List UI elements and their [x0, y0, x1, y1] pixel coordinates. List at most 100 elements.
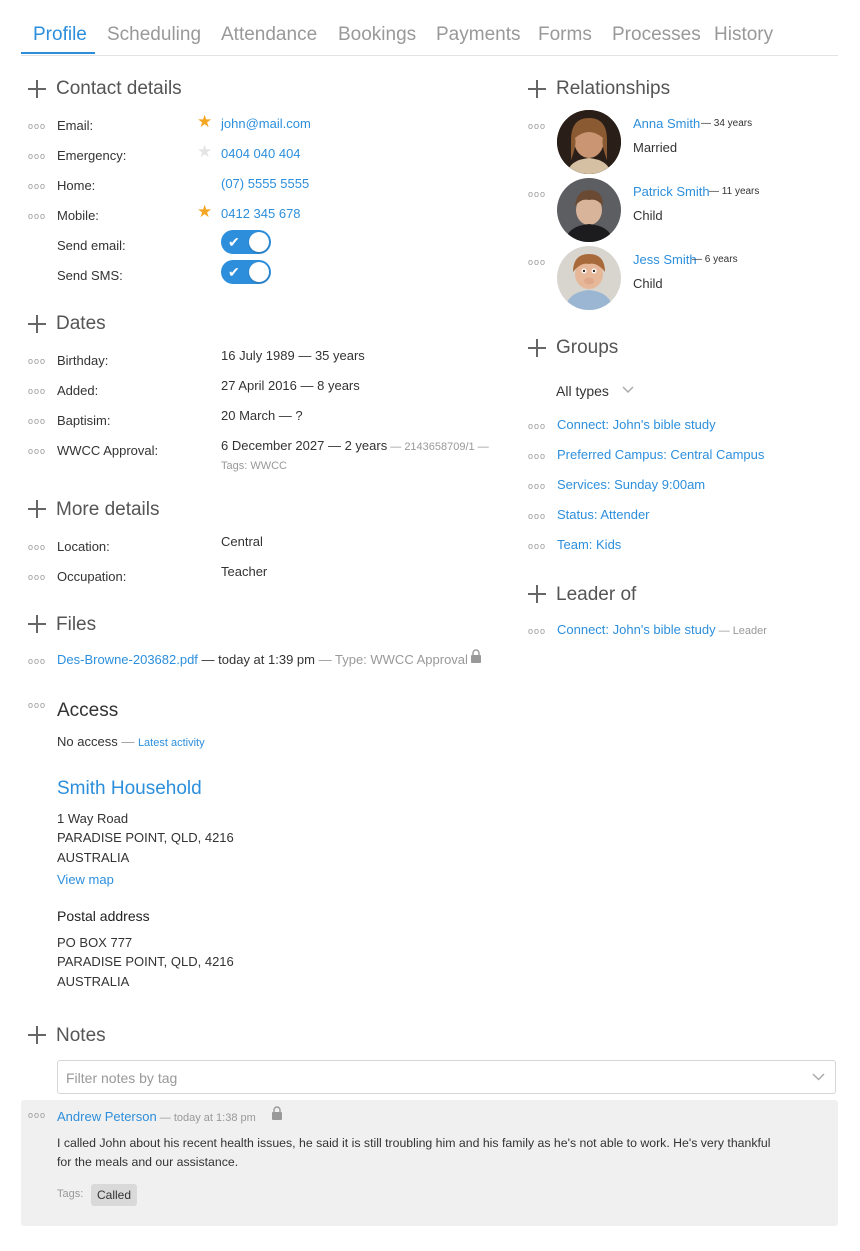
relationship-age-jess: — 6 years	[692, 254, 738, 265]
wwcc-value: 6 December 2027 — 2 years — 2143658709/1…	[221, 438, 489, 453]
wwcc-menu-icon[interactable]: ooo	[28, 447, 46, 456]
added-menu-icon[interactable]: ooo	[28, 387, 46, 396]
file-menu-icon[interactable]: ooo	[28, 657, 46, 666]
group-link[interactable]: Team: Kids	[557, 537, 621, 552]
avatar-jess[interactable]	[557, 246, 621, 310]
relationship-menu-icon[interactable]: ooo	[528, 190, 546, 199]
add-leader-icon[interactable]	[528, 585, 546, 603]
tab-forms[interactable]: Forms	[538, 24, 592, 46]
chevron-down-icon[interactable]	[622, 386, 634, 394]
note-menu-icon[interactable]: ooo	[28, 1111, 46, 1120]
relationship-age-patrick: — 11 years	[709, 186, 760, 197]
mobile-phone-link[interactable]: 0412 345 678	[221, 206, 301, 221]
relationship-name-jess[interactable]: Jess Smith	[633, 252, 697, 267]
relationship-type-anna: Married	[633, 140, 678, 155]
add-date-icon[interactable]	[28, 315, 46, 333]
home-menu-icon[interactable]: ooo	[28, 182, 46, 191]
leader-group-link[interactable]: Connect: John's bible study	[557, 622, 716, 637]
birthday-value: 16 July 1989 — 35 years	[221, 348, 365, 363]
birthday-menu-icon[interactable]: ooo	[28, 357, 46, 366]
group-link[interactable]: Services: Sunday 9:00am	[557, 477, 705, 492]
lock-icon	[471, 649, 481, 663]
leader-menu-icon[interactable]: ooo	[528, 627, 546, 636]
group-link[interactable]: Status: Attender	[557, 507, 650, 522]
relationship-type-jess: Child	[633, 276, 663, 291]
chevron-down-icon[interactable]	[812, 1073, 825, 1081]
added-value: 27 April 2016 — 8 years	[221, 378, 360, 393]
add-group-icon[interactable]	[528, 339, 546, 357]
lock-icon	[272, 1106, 282, 1120]
relationship-name-anna[interactable]: Anna Smith	[633, 116, 700, 131]
tab-processes[interactable]: Processes	[612, 24, 701, 46]
tab-profile[interactable]: Profile	[33, 24, 87, 46]
relationship-age-anna: — 34 years	[701, 118, 753, 129]
group-type-filter[interactable]: All types	[556, 383, 609, 399]
wwcc-date: 6 December 2027 — 2 years	[221, 438, 388, 453]
postal-line3: AUSTRALIA	[57, 974, 130, 989]
more-details-title: More details	[56, 499, 160, 520]
notes-filter-input[interactable]	[64, 1069, 768, 1087]
check-icon: ✔	[228, 264, 240, 280]
home-phone-link[interactable]: (07) 5555 5555	[221, 176, 309, 191]
check-icon: ✔	[228, 234, 240, 250]
occupation-menu-icon[interactable]: ooo	[28, 573, 46, 582]
avatar-anna[interactable]	[557, 110, 621, 174]
relationship-menu-icon[interactable]: ooo	[528, 122, 546, 131]
relationship-name-patrick[interactable]: Patrick Smith	[633, 184, 710, 199]
avatar-patrick[interactable]	[557, 178, 621, 242]
tab-bar: Profile Scheduling Attendance Bookings P…	[21, 20, 838, 56]
tab-payments[interactable]: Payments	[436, 24, 520, 46]
note-header: Andrew Peterson — today at 1:38 pm	[57, 1109, 256, 1124]
add-note-icon[interactable]	[28, 1026, 46, 1044]
latest-activity-link[interactable]: Latest activity	[138, 737, 205, 749]
add-detail-icon[interactable]	[28, 500, 46, 518]
tab-history[interactable]: History	[714, 24, 773, 46]
wwcc-number: — 2143658709/1 —	[387, 441, 489, 453]
emergency-menu-icon[interactable]: ooo	[28, 152, 46, 161]
occupation-label: Occupation:	[57, 569, 127, 584]
add-contact-icon[interactable]	[28, 80, 46, 98]
tab-bookings[interactable]: Bookings	[338, 24, 416, 46]
file-link[interactable]: Des-Browne-203682.pdf	[57, 652, 198, 667]
tab-scheduling[interactable]: Scheduling	[107, 24, 201, 46]
email-menu-icon[interactable]: ooo	[28, 122, 46, 131]
address-line2: PARADISE POINT, QLD, 4216	[57, 830, 234, 845]
group-menu-icon[interactable]: ooo	[528, 482, 546, 491]
tab-attendance[interactable]: Attendance	[221, 24, 317, 46]
group-link[interactable]: Connect: John's bible study	[557, 417, 716, 432]
baptism-menu-icon[interactable]: ooo	[28, 417, 46, 426]
note-time: — today at 1:38 pm	[156, 1112, 256, 1124]
postal-address-title: Postal address	[57, 908, 150, 924]
group-menu-icon[interactable]: ooo	[528, 512, 546, 521]
location-menu-icon[interactable]: ooo	[28, 543, 46, 552]
send-sms-toggle[interactable]: ✔	[221, 260, 271, 284]
group-menu-icon[interactable]: ooo	[528, 422, 546, 431]
view-map-link[interactable]: View map	[57, 872, 114, 887]
note-body-line1: I called John about his recent health is…	[57, 1136, 771, 1150]
note-tag-chip[interactable]: Called	[91, 1184, 138, 1206]
send-email-toggle[interactable]: ✔	[221, 230, 271, 254]
group-link[interactable]: Preferred Campus: Central Campus	[557, 447, 764, 462]
send-email-label: Send email:	[57, 238, 126, 253]
group-menu-icon[interactable]: ooo	[528, 542, 546, 551]
add-file-icon[interactable]	[28, 615, 46, 633]
email-link[interactable]: john@mail.com	[221, 116, 311, 131]
baptism-value: 20 March — ?	[221, 408, 303, 423]
location-value: Central	[221, 534, 263, 549]
star-empty-icon[interactable]: ★	[197, 143, 212, 160]
wwcc-tags: Tags: WWCC	[221, 460, 287, 472]
file-time: — today at 1:39 pm	[197, 652, 315, 667]
note-author-link[interactable]: Andrew Peterson	[57, 1109, 157, 1124]
access-menu-icon[interactable]: ooo	[28, 701, 46, 710]
star-filled-icon[interactable]: ★	[197, 203, 212, 220]
mobile-menu-icon[interactable]: ooo	[28, 212, 46, 221]
address-line1: 1 Way Road	[57, 811, 129, 826]
group-menu-icon[interactable]: ooo	[528, 452, 546, 461]
star-filled-icon[interactable]: ★	[197, 113, 212, 130]
add-relationship-icon[interactable]	[528, 80, 546, 98]
relationship-menu-icon[interactable]: ooo	[528, 258, 546, 267]
emergency-phone-link[interactable]: 0404 040 404	[221, 146, 301, 161]
notes-tag-filter[interactable]	[57, 1060, 836, 1094]
toggle-knob	[249, 262, 269, 282]
household-link[interactable]: Smith Household	[57, 778, 202, 800]
